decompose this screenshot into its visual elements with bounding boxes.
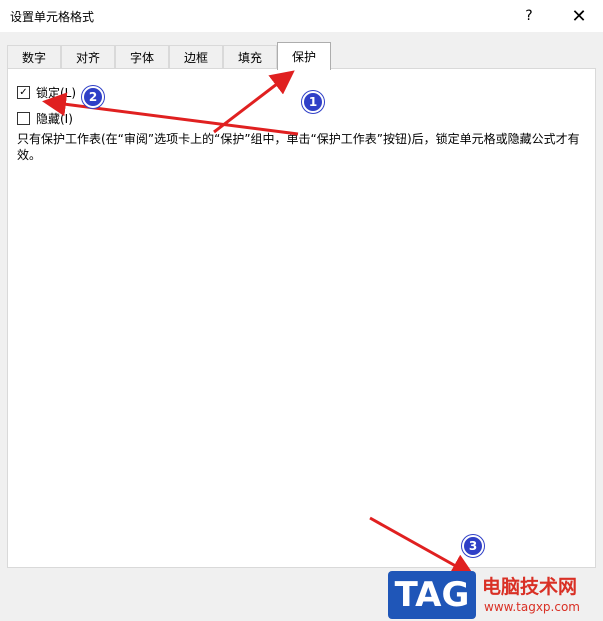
hidden-checkbox[interactable] <box>17 112 30 125</box>
watermark-site-name: 电脑技术网 <box>482 576 578 598</box>
watermark: TAG 电脑技术网 www.tagxp.com <box>388 568 603 621</box>
protection-description: 只有保护工作表(在“审阅”选项卡上的“保护”组中，单击“保护工作表”按钮)后，锁… <box>17 132 580 162</box>
annotation-badge-2: 2 <box>82 86 104 108</box>
dialog-title: 设置单元格格式 <box>10 10 95 24</box>
close-button[interactable]: ✕ <box>556 0 602 32</box>
tab-font[interactable]: 字体 <box>115 45 169 69</box>
tab-fill[interactable]: 填充 <box>223 45 277 69</box>
close-icon: ✕ <box>571 5 587 27</box>
protection-panel: ✓ 锁定(L) 隐藏(I) 只有保护工作表(在“审阅”选项卡上的“保护”组中，单… <box>7 68 596 568</box>
checkmark-icon: ✓ <box>19 86 28 98</box>
tab-border[interactable]: 边框 <box>169 45 223 69</box>
watermark-url: www.tagxp.com <box>484 600 580 614</box>
tab-number[interactable]: 数字 <box>7 45 61 69</box>
watermark-logo: TAG <box>388 571 476 619</box>
help-button[interactable]: ? <box>506 0 552 32</box>
format-cells-dialog: 设置单元格格式 ? ✕ 数字 对齐 字体 边框 填充 保护 ✓ 锁定(L) 隐藏… <box>0 0 603 621</box>
title-bar: 设置单元格格式 ? ✕ <box>0 0 603 32</box>
hidden-label: 隐藏(I) <box>36 112 73 126</box>
annotation-badge-3: 3 <box>462 535 484 557</box>
locked-option[interactable]: ✓ 锁定(L) <box>17 84 76 101</box>
locked-checkbox[interactable]: ✓ <box>17 86 30 99</box>
hidden-option[interactable]: 隐藏(I) <box>17 110 73 127</box>
help-icon: ? <box>525 8 533 24</box>
tab-protection[interactable]: 保护 <box>277 42 331 70</box>
annotation-badge-1: 1 <box>302 91 324 113</box>
locked-label: 锁定(L) <box>36 86 77 100</box>
tab-alignment[interactable]: 对齐 <box>61 45 115 69</box>
